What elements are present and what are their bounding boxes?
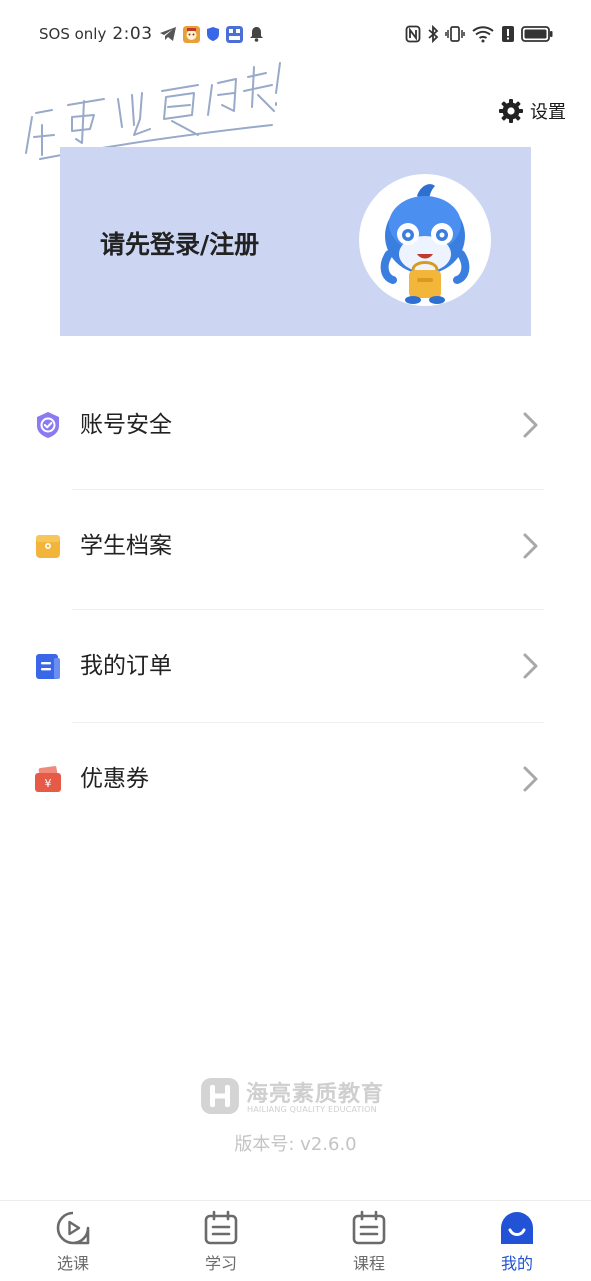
login-register-text[interactable]: 请先登录/注册 (100, 225, 259, 261)
play-circle-icon (56, 1211, 90, 1245)
tab-label: 学习 (204, 1254, 237, 1273)
avatar[interactable] (359, 174, 491, 306)
telegram-icon (159, 27, 176, 41)
vibrate-icon (445, 26, 465, 42)
menu-item-coupons[interactable]: ¥ 优惠券 (0, 749, 591, 809)
brand-name-en: HAILIANG QUALITY EDUCATION (247, 1105, 377, 1114)
bell-icon (249, 27, 263, 42)
settings-button[interactable]: 设置 (498, 96, 566, 126)
menu-item-label: 账号安全 (80, 412, 172, 438)
tab-course-select[interactable]: 选课 (23, 1208, 123, 1274)
smile-face-icon (501, 1212, 533, 1244)
menu-item-student-profile[interactable]: 学生档案 (0, 516, 591, 576)
tab-label: 课程 (352, 1254, 385, 1273)
battery-icon (521, 26, 553, 42)
wifi-icon (472, 26, 494, 43)
divider (72, 489, 544, 490)
order-doc-icon (36, 654, 60, 679)
settings-label: 设置 (530, 102, 566, 123)
divider (72, 609, 544, 610)
chevron-right-icon (523, 653, 538, 679)
brand-name-cn: 海亮素质教育 (246, 1082, 385, 1107)
tab-label: 我的 (500, 1254, 533, 1273)
shield-check-icon (37, 412, 59, 438)
vpn-shield-icon (206, 27, 219, 41)
status-left: SOS only 2:03 (39, 22, 264, 46)
tab-courses[interactable]: 课程 (319, 1208, 419, 1274)
chevron-right-icon (523, 533, 538, 559)
calendar-icon (352, 1210, 386, 1245)
chevron-right-icon (523, 412, 538, 438)
bluetooth-icon (428, 25, 439, 43)
menu-item-my-orders[interactable]: 我的订单 (0, 636, 591, 696)
menu-item-label: 我的订单 (80, 653, 172, 679)
app-notification-icon (225, 25, 243, 43)
mascot-avatar-icon (380, 184, 470, 304)
menu-item-label: 学生档案 (80, 533, 172, 559)
brand-logo: 海亮素质教育 HAILIANG QUALITY EDUCATION (200, 1076, 392, 1118)
tab-label: 选课 (56, 1254, 89, 1273)
menu-item-label: 优惠券 (80, 766, 149, 792)
nfc-icon (405, 25, 421, 43)
divider (72, 722, 544, 723)
alert-icon (502, 26, 514, 42)
version-text: 版本号: v2.6.0 (234, 1134, 357, 1155)
status-right (405, 22, 553, 46)
clock: 2:03 (112, 24, 153, 44)
calendar-icon (204, 1210, 238, 1245)
svg-text:¥: ¥ (45, 777, 52, 790)
app-notification-icon (182, 25, 200, 43)
carrier-text: SOS only (39, 25, 107, 43)
tab-study[interactable]: 学习 (171, 1208, 271, 1274)
chevron-right-icon (523, 766, 538, 792)
folder-icon (36, 535, 60, 558)
gear-icon (499, 99, 523, 123)
tab-mine[interactable]: 我的 (467, 1208, 567, 1274)
coupon-icon: ¥ (35, 766, 61, 792)
brand-mark-icon (201, 1078, 239, 1114)
menu-item-account-security[interactable]: 账号安全 (0, 395, 591, 455)
